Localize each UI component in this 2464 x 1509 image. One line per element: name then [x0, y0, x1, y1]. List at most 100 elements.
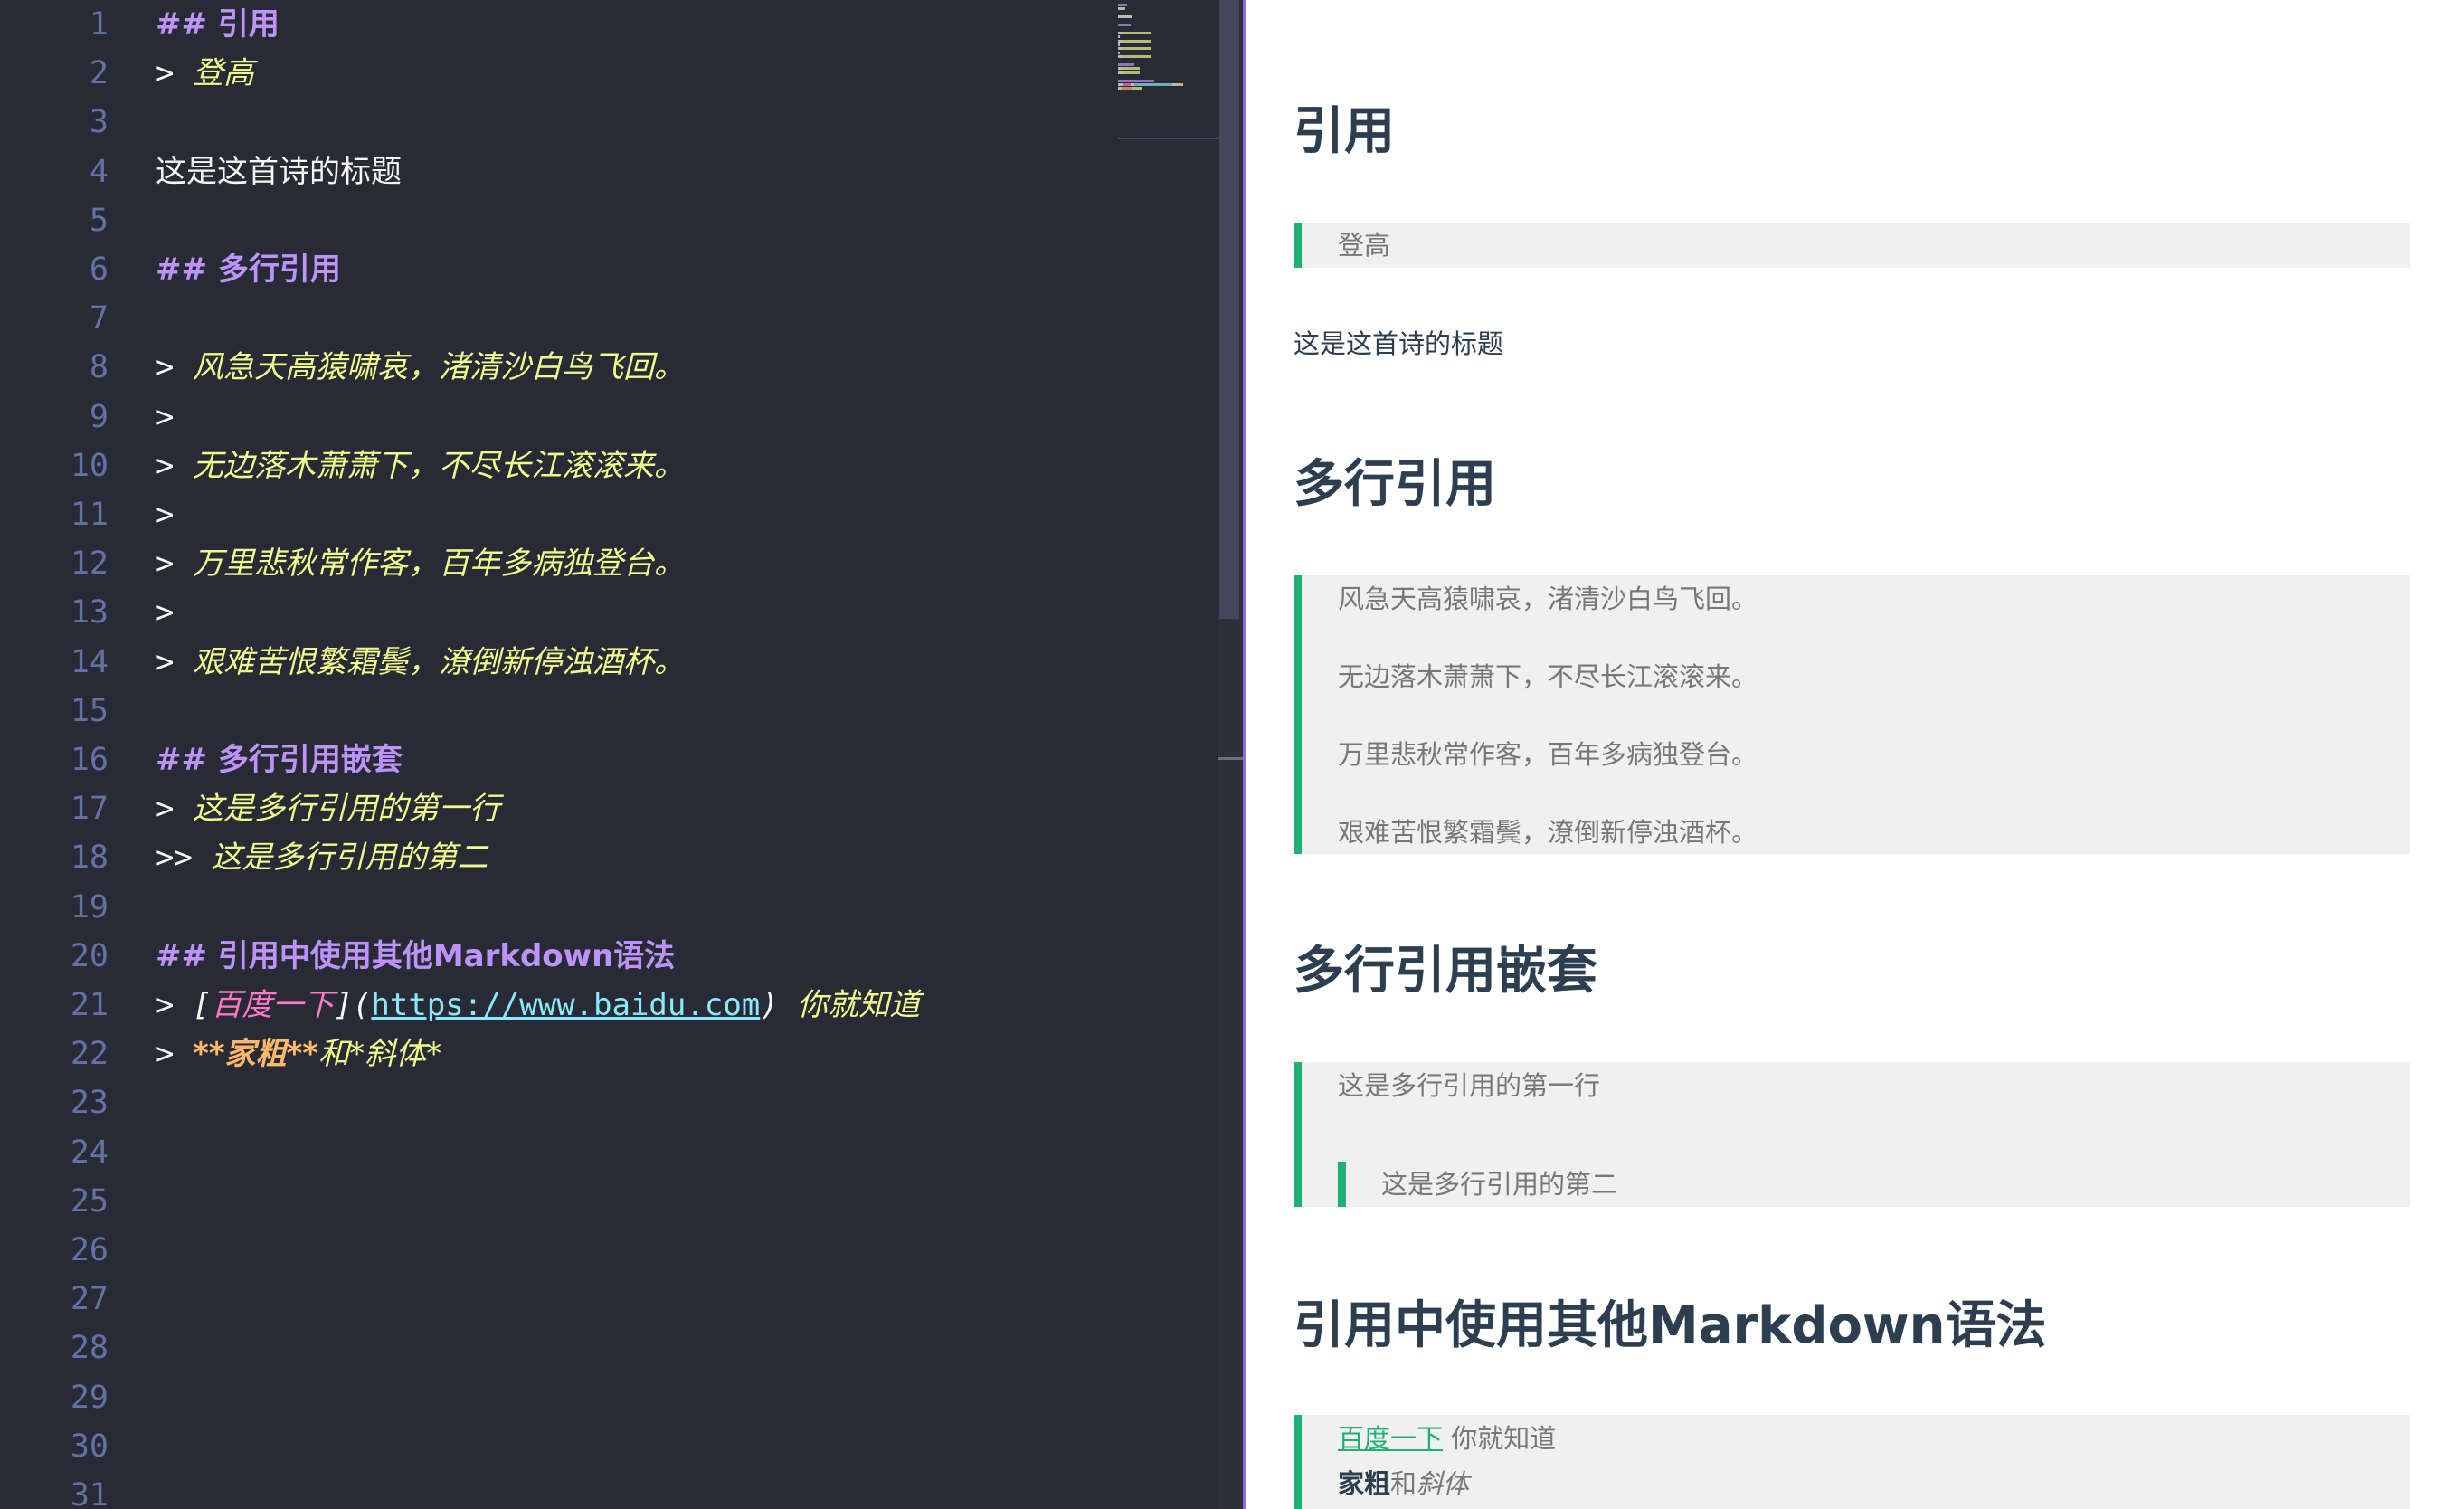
- blockquote-rich: 百度一下 你就知道 家粗和斜体: [1294, 1415, 2410, 1509]
- minimap-line: [1122, 87, 1132, 90]
- editor-scrollbar-thumb[interactable]: [1219, 0, 1239, 619]
- blockquote-line: 无边落木萧萧下，不尽长江滚滚来。: [1338, 661, 1758, 692]
- minimap-line: [1118, 24, 1131, 26]
- preview-heading-multi: 多行引用: [1294, 455, 1496, 514]
- editor-line[interactable]: 26: [0, 1226, 1122, 1275]
- editor-line[interactable]: 31: [0, 1471, 1122, 1509]
- minimap[interactable]: [1118, 0, 1218, 145]
- minimap-line: [1123, 83, 1131, 86]
- minimap-line: [1123, 71, 1140, 74]
- code-token: **家粗**: [192, 1036, 319, 1073]
- line-content: >: [156, 490, 174, 539]
- minimap-line: [1118, 51, 1120, 54]
- preview-heading-other: 引用中使用其他Markdown语法: [1294, 1296, 2047, 1355]
- code-token: 无边落木萧萧下，不尽长江滚滚来。: [192, 447, 685, 484]
- line-number: 18: [70, 840, 109, 877]
- editor-line[interactable]: 16 ## 多行引用嵌套: [0, 736, 1122, 784]
- editor-line[interactable]: 21 > [百度一下](https://www.baidu.com) 你就知道: [0, 981, 1122, 1030]
- code-token: 和*斜体*: [318, 1036, 442, 1073]
- editor-line[interactable]: 28: [0, 1324, 1122, 1372]
- editor-line[interactable]: 24: [0, 1128, 1122, 1177]
- line-content: > 登高: [156, 49, 254, 98]
- line-number: 13: [70, 594, 109, 631]
- blockquote-line: 百度一下 你就知道: [1338, 1420, 1556, 1457]
- code-token: 万里悲秋常作客，百年多病独登台。: [192, 546, 685, 583]
- editor-line[interactable]: 11 >: [0, 490, 1122, 539]
- link-suffix: 你就知道: [1443, 1423, 1557, 1454]
- minimap-line: [1118, 63, 1134, 66]
- blockquote-line: 风急天高猿啸哀，渚清沙白鸟飞回。: [1338, 584, 1758, 614]
- line-number: 27: [70, 1281, 109, 1318]
- line-number: 23: [70, 1085, 109, 1122]
- preview-heading-nested: 多行引用嵌套: [1294, 942, 1597, 1001]
- editor-line[interactable]: 18 >> 这是多行引用的第二: [0, 833, 1122, 882]
- minimap-line: [1134, 83, 1172, 86]
- blockquote-multi: 风急天高猿啸哀，渚清沙白鸟飞回。 无边落木萧萧下，不尽长江滚滚来。 万里悲秋常作…: [1294, 575, 2410, 854]
- code-token: 艰难苦恨繁霜鬓，潦倒新停浊酒杯。: [192, 643, 685, 680]
- editor-line[interactable]: 29: [0, 1373, 1122, 1422]
- code-token: 这是多行引用的第一行: [192, 791, 500, 828]
- code-token: 这是多行引用的第二: [211, 840, 488, 877]
- markdown-preview: 引用 登高 这是这首诗的标题 多行引用 风急天高猿啸哀，渚清沙白鸟飞回。 无边落…: [1246, 0, 2464, 1509]
- markdown-editor[interactable]: 1 ## 引用 2 > 登高 3 4 这是这首诗的标题 5 6 ## 多行引用 7 8 > 风急天高猿啸…: [0, 0, 1243, 1509]
- editor-line[interactable]: 4 这是这首诗的标题: [0, 147, 1122, 196]
- editor-line[interactable]: 9 >: [0, 393, 1122, 441]
- line-content: >: [156, 588, 174, 637]
- editor-line[interactable]: 14 > 艰难苦恨繁霜鬓，潦倒新停浊酒杯。: [0, 638, 1122, 687]
- minimap-line: [1118, 15, 1132, 19]
- line-number: 12: [70, 546, 109, 583]
- editor-line[interactable]: 8 > 风急天高猿啸哀，渚清沙白鸟飞回。: [0, 343, 1122, 392]
- line-number: 15: [70, 692, 109, 729]
- editor-line[interactable]: 15: [0, 687, 1122, 736]
- editor-line[interactable]: 6 ## 多行引用: [0, 245, 1122, 294]
- code-token: >: [156, 1036, 193, 1073]
- editor-line[interactable]: 17 > 这是多行引用的第一行: [0, 784, 1122, 833]
- code-token: ## 多行引用: [156, 252, 341, 288]
- editor-line[interactable]: 22 > **家粗**和*斜体*: [0, 1030, 1122, 1078]
- editor-line[interactable]: 23: [0, 1078, 1122, 1127]
- code-token: ## 引用中使用其他Markdown语法: [156, 937, 676, 974]
- minimap-line: [1122, 67, 1140, 71]
- line-content: ## 引用: [156, 0, 280, 49]
- blockquote-line: 家粗和斜体: [1338, 1466, 1469, 1502]
- line-content: 这是这首诗的标题: [156, 147, 402, 196]
- editor-line[interactable]: 1 ## 引用: [0, 0, 1122, 49]
- line-number: 7: [89, 300, 109, 337]
- code-token: >: [156, 55, 193, 92]
- baidu-link[interactable]: 百度一下: [1338, 1423, 1443, 1454]
- editor-line[interactable]: 10 > 无边落木萧萧下，不尽长江滚滚来。: [0, 441, 1122, 490]
- line-number: 25: [70, 1182, 109, 1220]
- editor-line[interactable]: 13 >: [0, 588, 1122, 637]
- line-number: 26: [70, 1232, 109, 1268]
- code-token: 百度一下: [211, 987, 335, 1023]
- editor-line[interactable]: 12 > 万里悲秋常作客，百年多病独登台。: [0, 539, 1122, 588]
- code-token: [: [192, 987, 212, 1023]
- code-token: ## 多行引用嵌套: [156, 742, 403, 778]
- code-token: 这是这首诗的标题: [156, 153, 402, 190]
- editor-line[interactable]: 27: [0, 1275, 1122, 1324]
- code-token: ): [760, 987, 798, 1023]
- nested-quote-bar: [1338, 1162, 1346, 1207]
- minimap-line: [1122, 55, 1151, 59]
- minimap-line: [1118, 79, 1154, 82]
- editor-line[interactable]: 5: [0, 196, 1122, 245]
- editor-line[interactable]: 7: [0, 294, 1122, 343]
- line-number: 24: [70, 1134, 109, 1171]
- line-number: 19: [70, 888, 109, 925]
- code-token: >: [156, 447, 193, 484]
- line-number: 22: [70, 1036, 109, 1073]
- preview-heading-quote: 引用: [1294, 102, 1395, 161]
- editor-line[interactable]: 19: [0, 883, 1122, 932]
- line-number: 31: [70, 1477, 109, 1509]
- line-number: 20: [70, 937, 109, 974]
- editor-line[interactable]: 30: [0, 1422, 1122, 1471]
- editor-line[interactable]: 2 > 登高: [0, 49, 1122, 98]
- editor-line[interactable]: 20 ## 引用中使用其他Markdown语法: [0, 932, 1122, 981]
- editor-line[interactable]: 3: [0, 98, 1122, 147]
- line-content: > [百度一下](https://www.baidu.com) 你就知道: [156, 981, 920, 1030]
- line-content: >: [156, 393, 174, 441]
- line-number: 16: [70, 742, 109, 778]
- minimap-line: [1122, 47, 1151, 51]
- blockquote-line: 艰难苦恨繁霜鬓，潦倒新停浊酒杯。: [1338, 817, 1758, 848]
- editor-line[interactable]: 25: [0, 1177, 1122, 1226]
